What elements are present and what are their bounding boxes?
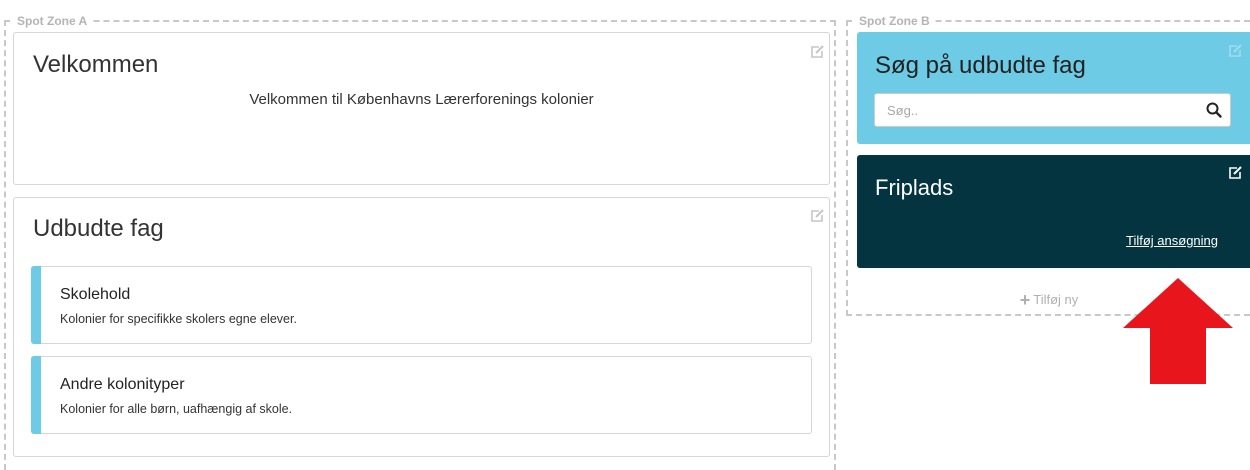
search-panel: Søg på udbudte fag xyxy=(857,32,1250,144)
add-application-link[interactable]: Tilføj ansøgning xyxy=(1126,233,1218,248)
list-item-description: Kolonier for specifikke skolers egne ele… xyxy=(60,312,297,326)
spot-zone-a-label: Spot Zone A xyxy=(14,13,91,29)
welcome-text: Velkommen til Københavns Lærerforenings … xyxy=(249,91,594,108)
list-item-title: Andre kolonityper xyxy=(60,376,185,393)
edit-icon[interactable] xyxy=(1227,43,1243,59)
edit-icon[interactable] xyxy=(809,44,825,60)
arrow-up-icon xyxy=(1123,278,1233,384)
list-item[interactable]: Andre kolonityper Kolonier for alle børn… xyxy=(31,356,812,434)
subjects-panel: Udbudte fag Skolehold Kolonier for speci… xyxy=(13,197,830,457)
search-icon[interactable] xyxy=(1204,100,1224,120)
plus-icon: + xyxy=(1019,290,1031,310)
spot-zone-b-label: Spot Zone B xyxy=(856,13,933,29)
friplads-title: Friplads xyxy=(875,175,954,200)
search-input[interactable] xyxy=(875,94,1185,126)
friplads-panel: Friplads Tilføj ansøgning xyxy=(857,155,1250,268)
list-item[interactable]: Skolehold Kolonier for specifikke skoler… xyxy=(31,266,812,344)
list-item-title: Skolehold xyxy=(60,286,131,303)
add-new-label: Tilføj ny xyxy=(1033,292,1079,307)
accent-bar xyxy=(31,356,41,434)
list-item-description: Kolonier for alle børn, uafhængig af sko… xyxy=(60,402,293,416)
edit-icon[interactable] xyxy=(809,208,825,224)
accent-bar xyxy=(31,266,41,344)
welcome-title: Velkommen xyxy=(33,51,159,78)
subjects-title: Udbudte fag xyxy=(33,215,164,242)
search-box xyxy=(874,93,1231,127)
edit-icon[interactable] xyxy=(1227,165,1243,181)
welcome-panel: Velkommen Velkommen til Københavns Lærer… xyxy=(13,32,830,185)
search-panel-title: Søg på udbudte fag xyxy=(875,52,1086,79)
